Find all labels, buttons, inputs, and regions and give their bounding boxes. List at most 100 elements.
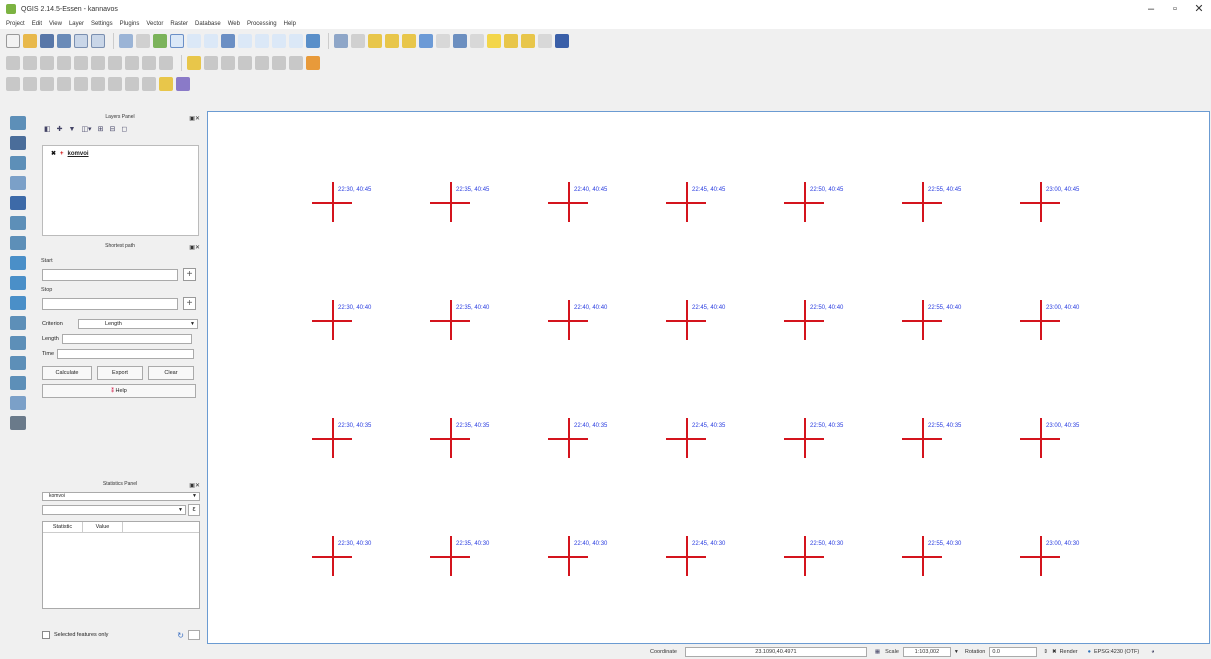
add-group-icon[interactable]: ✚ bbox=[57, 125, 63, 133]
menu-help[interactable]: Help bbox=[284, 21, 296, 27]
fill-ring-icon[interactable] bbox=[108, 77, 122, 91]
rotation-field[interactable]: 0.0 bbox=[989, 647, 1038, 657]
rotate-feature-icon[interactable] bbox=[40, 77, 54, 91]
touch-zoom-icon[interactable] bbox=[119, 34, 133, 48]
menu-web[interactable]: Web bbox=[228, 21, 240, 27]
zoom-last-icon[interactable] bbox=[272, 34, 286, 48]
collapse-all-icon[interactable]: ⊟ bbox=[109, 125, 115, 133]
menu-view[interactable]: View bbox=[49, 21, 62, 27]
add-ring-icon[interactable] bbox=[74, 77, 88, 91]
minimize-button[interactable]: – bbox=[1139, 0, 1163, 18]
menu-project[interactable]: Project bbox=[6, 21, 25, 27]
layer-visibility-checkbox[interactable]: ✖ bbox=[51, 150, 56, 157]
render-checkbox[interactable]: ✖ bbox=[1052, 649, 1057, 655]
expand-icon[interactable] bbox=[188, 630, 200, 640]
panel-float-close-icon[interactable]: ▣✕ bbox=[189, 242, 200, 254]
selected-only-checkbox[interactable] bbox=[42, 631, 50, 639]
expression-button[interactable]: ε bbox=[188, 504, 200, 516]
add-wcs-layer-icon[interactable] bbox=[10, 276, 26, 290]
menu-vector[interactable]: Vector bbox=[146, 21, 163, 27]
scale-field[interactable]: 1:103,002 bbox=[902, 647, 951, 657]
move-feature-icon[interactable] bbox=[74, 56, 88, 70]
col-statistic[interactable]: Statistic bbox=[43, 522, 83, 532]
save-project-icon[interactable] bbox=[40, 34, 54, 48]
capture-start-point-button[interactable]: + bbox=[183, 268, 196, 281]
manage-visibility-icon[interactable]: ◫▾ bbox=[81, 125, 91, 133]
add-virtual-layer-icon[interactable] bbox=[10, 336, 26, 350]
move-label-icon[interactable] bbox=[238, 56, 252, 70]
zoom-next-icon[interactable] bbox=[289, 34, 303, 48]
crs-label[interactable]: EPSG:4230 (OTF) bbox=[1094, 649, 1139, 655]
save-as-icon[interactable] bbox=[57, 34, 71, 48]
redo-icon[interactable] bbox=[23, 77, 37, 91]
show-hide-labels-icon[interactable] bbox=[221, 56, 235, 70]
composer-manager-icon[interactable] bbox=[91, 34, 105, 48]
new-gpx-icon[interactable] bbox=[10, 396, 26, 410]
messages-icon[interactable]: ◕ bbox=[1151, 649, 1154, 655]
extents-toggle-icon[interactable]: ▦ bbox=[875, 649, 880, 655]
add-delimited-text-icon[interactable] bbox=[10, 316, 26, 330]
pan-to-selection-icon[interactable] bbox=[153, 34, 167, 48]
remove-layer-small-icon[interactable]: ◻ bbox=[121, 125, 127, 133]
attribute-table-icon[interactable] bbox=[419, 34, 433, 48]
col-value[interactable]: Value bbox=[83, 522, 123, 532]
delete-selected-icon[interactable] bbox=[108, 56, 122, 70]
help-button[interactable]: ⁑ Help bbox=[42, 384, 196, 398]
rotation-spin-icon[interactable]: ⇕ bbox=[1043, 649, 1048, 655]
paste-features-icon[interactable] bbox=[159, 56, 173, 70]
zoom-selection-icon[interactable] bbox=[238, 34, 252, 48]
text-annotation-icon[interactable] bbox=[538, 34, 552, 48]
zoom-in-icon[interactable] bbox=[170, 34, 184, 48]
node-tool-icon[interactable] bbox=[91, 56, 105, 70]
zoom-full-icon[interactable] bbox=[221, 34, 235, 48]
cut-features-icon[interactable] bbox=[125, 56, 139, 70]
zoom-out-icon[interactable] bbox=[187, 34, 201, 48]
new-shapefile-icon[interactable] bbox=[10, 356, 26, 370]
menu-plugins[interactable]: Plugins bbox=[120, 21, 140, 27]
menu-database[interactable]: Database bbox=[195, 21, 221, 27]
add-part-icon[interactable] bbox=[91, 77, 105, 91]
refresh-icon[interactable] bbox=[306, 34, 320, 48]
new-composer-icon[interactable] bbox=[74, 34, 88, 48]
csw-icon[interactable] bbox=[289, 56, 303, 70]
delete-ring-icon[interactable] bbox=[125, 77, 139, 91]
coordinate-field[interactable]: 23.1090,40.4971 bbox=[684, 647, 867, 657]
layer-name[interactable]: komvoi bbox=[68, 151, 89, 157]
new-bookmark-icon[interactable] bbox=[504, 34, 518, 48]
add-feature-icon[interactable] bbox=[57, 56, 71, 70]
label-tool-icon[interactable] bbox=[187, 56, 201, 70]
refresh-icon[interactable]: ↻ bbox=[177, 631, 184, 640]
chevron-down-icon[interactable]: ▼ bbox=[954, 649, 959, 655]
clear-button[interactable]: Clear bbox=[148, 366, 194, 380]
new-project-icon[interactable] bbox=[6, 34, 20, 48]
rotate-label-icon[interactable] bbox=[255, 56, 269, 70]
add-wms-layer-icon[interactable] bbox=[10, 256, 26, 270]
zoom-native-icon[interactable] bbox=[204, 34, 218, 48]
length-field[interactable] bbox=[61, 334, 192, 344]
menu-raster[interactable]: Raster bbox=[170, 21, 188, 27]
zoom-layer-icon[interactable] bbox=[255, 34, 269, 48]
statistics-icon[interactable] bbox=[176, 77, 190, 91]
undo-icon[interactable] bbox=[6, 77, 20, 91]
add-mssql-layer-icon[interactable] bbox=[10, 196, 26, 210]
filter-legend-icon[interactable]: ▼ bbox=[69, 126, 76, 133]
map-tips-icon[interactable] bbox=[487, 34, 501, 48]
globe-icon[interactable]: ● bbox=[1088, 649, 1091, 655]
pan-icon[interactable] bbox=[136, 34, 150, 48]
merge-features-icon[interactable] bbox=[159, 77, 173, 91]
pin-labels-icon[interactable] bbox=[204, 56, 218, 70]
map-canvas[interactable]: 22:30, 40:45 22:35, 40:45 22:40, 40:45 22:4… bbox=[207, 111, 1210, 644]
add-postgis-layer-icon[interactable] bbox=[10, 156, 26, 170]
select-by-value-icon[interactable] bbox=[385, 34, 399, 48]
close-button[interactable]: ✕ bbox=[1187, 0, 1211, 18]
show-bookmarks-icon[interactable] bbox=[521, 34, 535, 48]
run-action-icon[interactable] bbox=[351, 34, 365, 48]
toggle-editing-icon[interactable] bbox=[23, 56, 37, 70]
style-manager-icon[interactable]: ◧ bbox=[44, 125, 51, 133]
select-features-icon[interactable] bbox=[368, 34, 382, 48]
change-label-icon[interactable] bbox=[272, 56, 286, 70]
split-features-icon[interactable] bbox=[142, 77, 156, 91]
copy-features-icon[interactable] bbox=[142, 56, 156, 70]
add-vector-layer-icon[interactable] bbox=[10, 116, 26, 130]
add-raster-layer-icon[interactable] bbox=[10, 136, 26, 150]
